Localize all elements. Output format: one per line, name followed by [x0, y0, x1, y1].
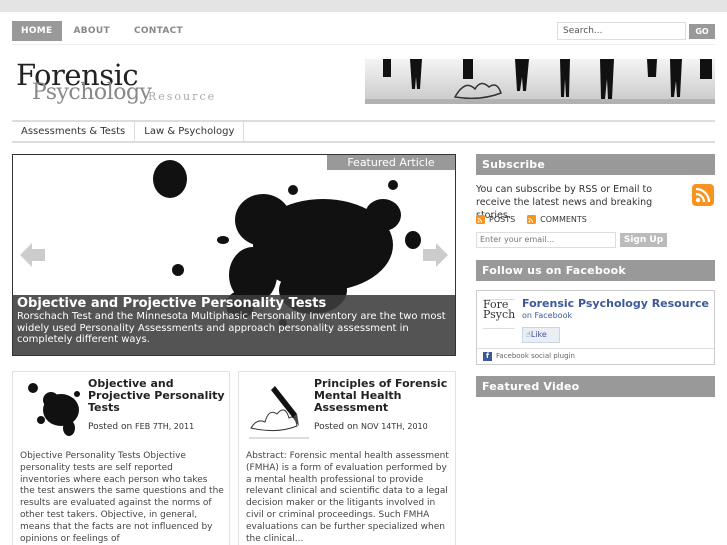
featured-slider[interactable]: Featured Article Objective and Projectiv… — [12, 154, 456, 356]
search-go-button[interactable]: GO — [689, 24, 715, 39]
featured-title[interactable]: Objective and Projective Personality Tes… — [17, 296, 451, 311]
main-nav: HOME ABOUT CONTACT — [12, 21, 195, 41]
rss-posts-icon — [476, 215, 485, 224]
featured-article-label: Featured Article — [327, 155, 455, 170]
post-title-link[interactable]: Principles of Forensic Mental Health Ass… — [314, 378, 454, 414]
rss-comments-link[interactable]: COMMENTS — [540, 215, 587, 224]
email-field[interactable]: Enter your email... — [476, 232, 616, 248]
category-assessments-tests[interactable]: Assessments & Tests — [12, 122, 136, 141]
post-date: NOV 14TH, 2010 — [361, 422, 428, 431]
category-nav: Assessments & Tests Law & Psychology — [12, 120, 715, 143]
post-thumbnail-inkblot[interactable] — [21, 380, 85, 446]
post-excerpt: Abstract: Forensic mental health assessm… — [246, 451, 449, 544]
post-meta: Posted on FEB 7TH, 2011 — [88, 422, 194, 432]
post-card: Objective and Projective Personality Tes… — [12, 371, 230, 545]
post-card: Principles of Forensic Mental Health Ass… — [238, 371, 456, 545]
rss-icon[interactable] — [692, 184, 714, 206]
rss-posts-link[interactable]: POSTS — [489, 215, 515, 224]
category-law-psychology[interactable]: Law & Psychology — [135, 122, 245, 141]
like-label: Like — [530, 330, 547, 339]
subscribe-heading: Subscribe — [476, 154, 715, 175]
post-excerpt: Objective Personality Tests Objective pe… — [20, 451, 224, 544]
site-logo[interactable]: Forensic Psychology Resource — [16, 58, 246, 108]
rss-links: POSTS COMMENTS — [476, 215, 587, 224]
facebook-plugin-footer: f Facebook social plugin — [477, 348, 714, 364]
post-meta-label: Posted on — [88, 422, 133, 432]
facebook-icon: f — [483, 352, 492, 361]
nav-contact-link[interactable]: CONTACT — [122, 21, 195, 41]
facebook-page-thumbnail[interactable]: Fore Psych — [483, 299, 515, 329]
post-date: FEB 7TH, 2011 — [135, 422, 195, 431]
facebook-on-label[interactable]: on Facebook — [522, 311, 572, 320]
page: HOME ABOUT CONTACT Search... GO Forensic… — [0, 12, 727, 545]
logo-word-resource: Resource — [148, 90, 217, 103]
facebook-plugin-label[interactable]: Facebook social plugin — [496, 349, 575, 364]
post-title-link[interactable]: Objective and Projective Personality Tes… — [88, 378, 228, 414]
top-strip — [0, 0, 727, 12]
featured-video-heading: Featured Video — [476, 376, 715, 397]
header-banner-image — [365, 59, 715, 104]
signup-button[interactable]: Sign Up — [620, 233, 667, 247]
nav-about-link[interactable]: ABOUT — [62, 21, 122, 41]
featured-description: Rorschach Test and the Minnesota Multiph… — [17, 311, 446, 345]
post-thumbnail-pen-drawing[interactable] — [247, 380, 311, 446]
next-arrow-icon[interactable] — [421, 241, 451, 269]
featured-caption: Objective and Projective Personality Tes… — [13, 295, 455, 355]
prev-arrow-icon[interactable] — [17, 241, 47, 269]
nav-home-link[interactable]: HOME — [12, 21, 62, 41]
facebook-like-box: Fore Psych Forensic Psychology Resource … — [476, 290, 715, 365]
post-meta-label: Posted on — [314, 422, 359, 432]
logo-word-psychology: Psychology — [32, 80, 152, 105]
rss-comments-icon — [527, 215, 537, 224]
divider — [12, 44, 715, 45]
facebook-heading: Follow us on Facebook — [476, 260, 715, 281]
post-meta: Posted on NOV 14TH, 2010 — [314, 422, 428, 432]
search-input[interactable]: Search... — [557, 22, 686, 40]
facebook-page-name[interactable]: Forensic Psychology Resource — [522, 297, 709, 310]
facebook-like-button[interactable]: ☝Like — [522, 327, 560, 343]
